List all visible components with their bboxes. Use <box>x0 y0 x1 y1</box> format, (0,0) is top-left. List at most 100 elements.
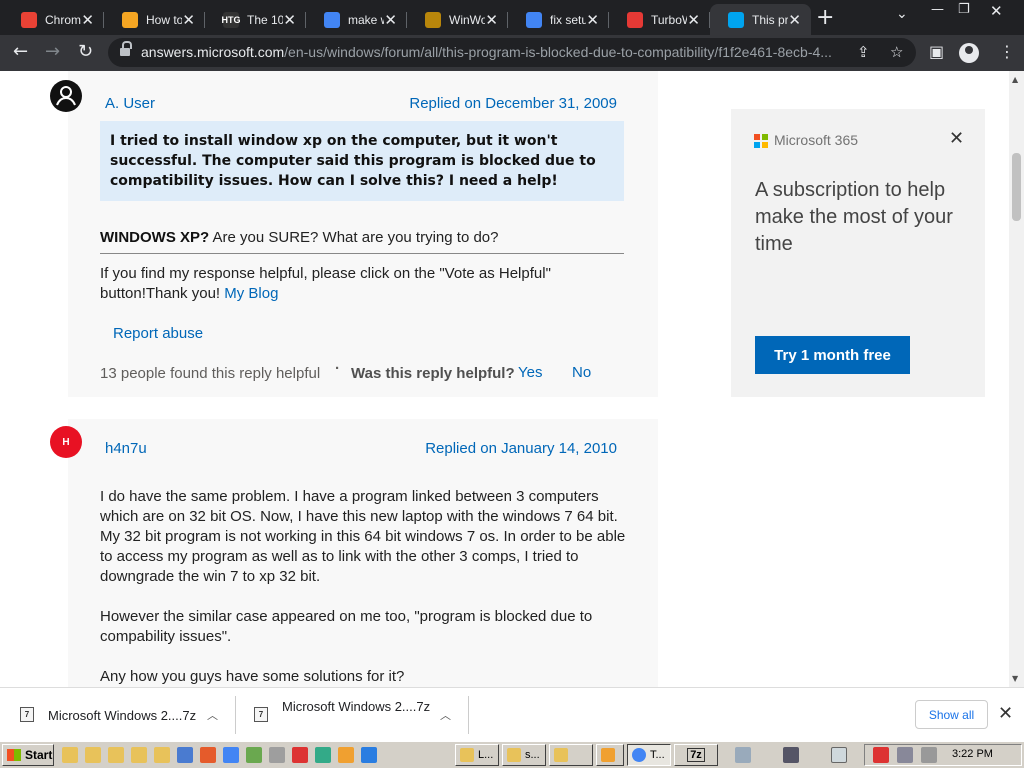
lock-icon[interactable] <box>120 41 132 57</box>
reply-date[interactable]: Replied on December 31, 2009 <box>380 95 617 112</box>
quick-launch-folder-icon[interactable] <box>131 747 147 763</box>
close-tab-icon[interactable]: ✕ <box>687 11 700 29</box>
side-panel-icon[interactable]: ▣ <box>929 42 944 61</box>
quick-launch-chrome-icon[interactable] <box>223 747 239 763</box>
folder-icon <box>554 748 568 762</box>
volume-icon[interactable] <box>921 747 937 763</box>
user-avatar-icon[interactable] <box>50 80 82 112</box>
quick-launch-mail-icon[interactable] <box>361 747 377 763</box>
browser-tab[interactable]: HTG The 10 ✕ <box>205 4 306 35</box>
tab-title: How to <box>146 12 182 27</box>
quick-launch-folder-icon[interactable] <box>108 747 124 763</box>
close-ad-icon[interactable]: ✕ <box>949 128 964 149</box>
browser-tab[interactable]: make w✕ <box>306 4 407 35</box>
try-free-button[interactable]: Try 1 month free <box>755 336 910 374</box>
show-all-downloads-button[interactable]: Show all <box>915 700 988 729</box>
browser-tab[interactable]: This pr ✕ <box>710 4 811 35</box>
close-tab-icon[interactable]: ✕ <box>384 11 397 29</box>
close-download-shelf-icon[interactable]: ✕ <box>998 703 1013 724</box>
back-button[interactable]: ← <box>13 41 28 62</box>
helpful-question: Was this reply helpful? <box>351 365 515 382</box>
chevron-up-icon[interactable]: ︿ <box>207 707 218 723</box>
chrome-icon <box>632 748 646 762</box>
browser-tab[interactable]: Chrome✕ <box>3 4 104 35</box>
tab-title: Chrome <box>45 12 81 27</box>
quick-launch-firefox-icon[interactable] <box>200 747 216 763</box>
scroll-up-arrow-icon[interactable]: ▲ <box>1012 75 1018 84</box>
scrollbar-thumb[interactable] <box>1012 153 1021 221</box>
share-icon[interactable]: ⇪ <box>857 43 870 61</box>
quick-launch-edit-icon[interactable] <box>246 747 262 763</box>
reload-button[interactable]: ↻ <box>78 41 93 62</box>
quick-launch-app-icon[interactable] <box>292 747 308 763</box>
chevron-up-icon[interactable]: ︿ <box>440 707 451 723</box>
restore-button[interactable]: ❐ <box>958 2 970 17</box>
user-avatar[interactable]: H <box>50 426 82 458</box>
url-text[interactable]: answers.microsoft.com/en-us/windows/foru… <box>141 44 841 60</box>
close-tab-icon[interactable]: ✕ <box>586 11 599 29</box>
network-icon[interactable] <box>735 747 751 763</box>
quick-launch-app-icon[interactable] <box>315 747 331 763</box>
windows-logo-icon <box>7 749 21 761</box>
download-item[interactable]: 7 Microsoft Windows 2....7z ︿ <box>0 688 236 742</box>
taskbar-window-button[interactable]: L... <box>455 744 499 766</box>
report-abuse-link[interactable]: Report abuse <box>113 325 203 342</box>
taskbar-window-button-active[interactable]: T... <box>627 744 671 766</box>
close-tab-icon[interactable]: ✕ <box>81 11 94 29</box>
close-window-button[interactable]: ✕ <box>990 2 1003 20</box>
quick-launch-folder-icon[interactable] <box>154 747 170 763</box>
reply-paragraph: Any how you guys have some solutions for… <box>100 668 405 685</box>
scroll-down-arrow-icon[interactable]: ▼ <box>1012 674 1018 683</box>
profile-avatar-icon[interactable] <box>959 43 979 63</box>
tab-title: This pr <box>752 12 788 27</box>
close-tab-icon[interactable]: ✕ <box>283 11 296 29</box>
ad-headline: A subscription to help make the most of … <box>755 179 953 255</box>
taskbar-clock[interactable]: 3:22 PM <box>952 748 993 760</box>
quick-launch-print-icon[interactable] <box>269 747 285 763</box>
forward-button[interactable]: → <box>45 41 60 62</box>
address-bar[interactable]: answers.microsoft.com/en-us/windows/foru… <box>108 38 916 67</box>
quick-launch-app-icon[interactable] <box>177 747 193 763</box>
tab-title: WinWo <box>449 12 485 27</box>
browser-tab[interactable]: TurboW✕ <box>609 4 710 35</box>
window-icon[interactable] <box>831 747 847 763</box>
menu-kebab-icon[interactable]: ⋮ <box>999 42 1015 61</box>
download-shelf: 7 Microsoft Windows 2....7z ︿ 7 Microsof… <box>0 687 1024 741</box>
taskbar-window-button[interactable] <box>596 744 624 766</box>
security-icon[interactable] <box>873 747 889 763</box>
browser-tab[interactable]: WinWo ✕ <box>407 4 508 35</box>
page-scrollbar[interactable]: ▲ ▼ <box>1009 71 1024 687</box>
my-blog-link[interactable]: My Blog <box>224 285 278 302</box>
download-item[interactable]: 7 Microsoft Windows 2....7z ︿ <box>234 688 470 742</box>
taskbar-window-button[interactable]: s... <box>502 744 546 766</box>
reply-author-link[interactable]: A. User <box>105 95 155 112</box>
quick-launch-folder-icon[interactable] <box>62 747 78 763</box>
helpful-count: 13 people found this reply helpful <box>100 365 321 382</box>
vote-no-button[interactable]: No <box>572 364 591 381</box>
vote-yes-button[interactable]: Yes <box>518 364 542 381</box>
tab-title: make w <box>348 12 384 27</box>
minimize-button[interactable]: — <box>931 2 944 17</box>
taskbar-window-button[interactable] <box>549 744 593 766</box>
reply-author-link[interactable]: h4n7u <box>105 440 147 457</box>
close-tab-icon[interactable]: ✕ <box>485 11 498 29</box>
separator-dot: · <box>335 360 340 377</box>
reply-date[interactable]: Replied on January 14, 2010 <box>380 440 617 457</box>
tab-search-chevron-icon[interactable]: ⌄ <box>896 6 908 22</box>
browser-tab[interactable]: fix setu ✕ <box>508 4 609 35</box>
quick-launch-media-icon[interactable] <box>338 747 354 763</box>
network-tray-icon[interactable] <box>897 747 913 763</box>
browser-tab[interactable]: How to ✕ <box>104 4 205 35</box>
quick-launch-folder-icon[interactable] <box>85 747 101 763</box>
taskbar-window-button[interactable]: 7z <box>674 744 718 766</box>
tool-icon[interactable] <box>783 747 799 763</box>
tab-title: TurboW <box>651 12 687 27</box>
chrome-web-store-icon <box>21 11 37 28</box>
start-button[interactable]: Start <box>2 744 54 766</box>
new-tab-button[interactable]: + <box>816 5 834 30</box>
close-tab-icon[interactable]: ✕ <box>182 11 195 29</box>
download-filename: Microsoft Windows 2....7z <box>48 708 197 723</box>
close-tab-icon[interactable]: ✕ <box>788 11 801 29</box>
microsoft-365-ad: Microsoft 365 ✕ A subscription to help m… <box>731 109 985 397</box>
bookmark-star-icon[interactable]: ☆ <box>890 43 903 61</box>
